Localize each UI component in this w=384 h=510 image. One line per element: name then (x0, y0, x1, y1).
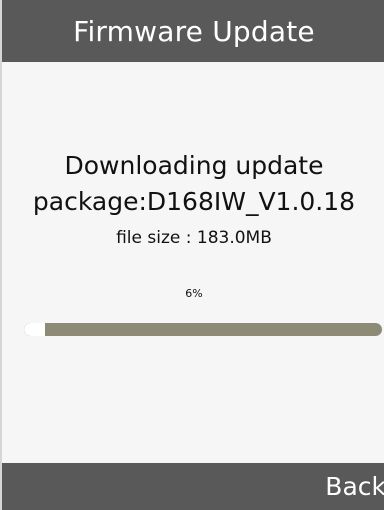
page-title: Firmware Update (73, 14, 315, 48)
back-button[interactable]: Back (325, 463, 384, 510)
download-status-line-1: Downloading update (64, 151, 324, 180)
download-package-name: package:D168IW_V1.0.18 (32, 187, 356, 216)
download-progress-bar (24, 323, 382, 336)
file-size-label: file size : 183.0MB (116, 228, 272, 248)
title-bar: Firmware Update (2, 0, 384, 62)
softkey-bar: Back (2, 463, 384, 510)
update-status-panel: Downloading update package:D168IW_V1.0.1… (2, 62, 384, 462)
progress-percent-label: 6% (185, 287, 203, 300)
download-progress-fill (24, 323, 46, 336)
download-status-message: Downloading update package:D168IW_V1.0.1… (2, 148, 384, 220)
firmware-update-screen: Firmware Update Downloading update packa… (0, 0, 384, 510)
